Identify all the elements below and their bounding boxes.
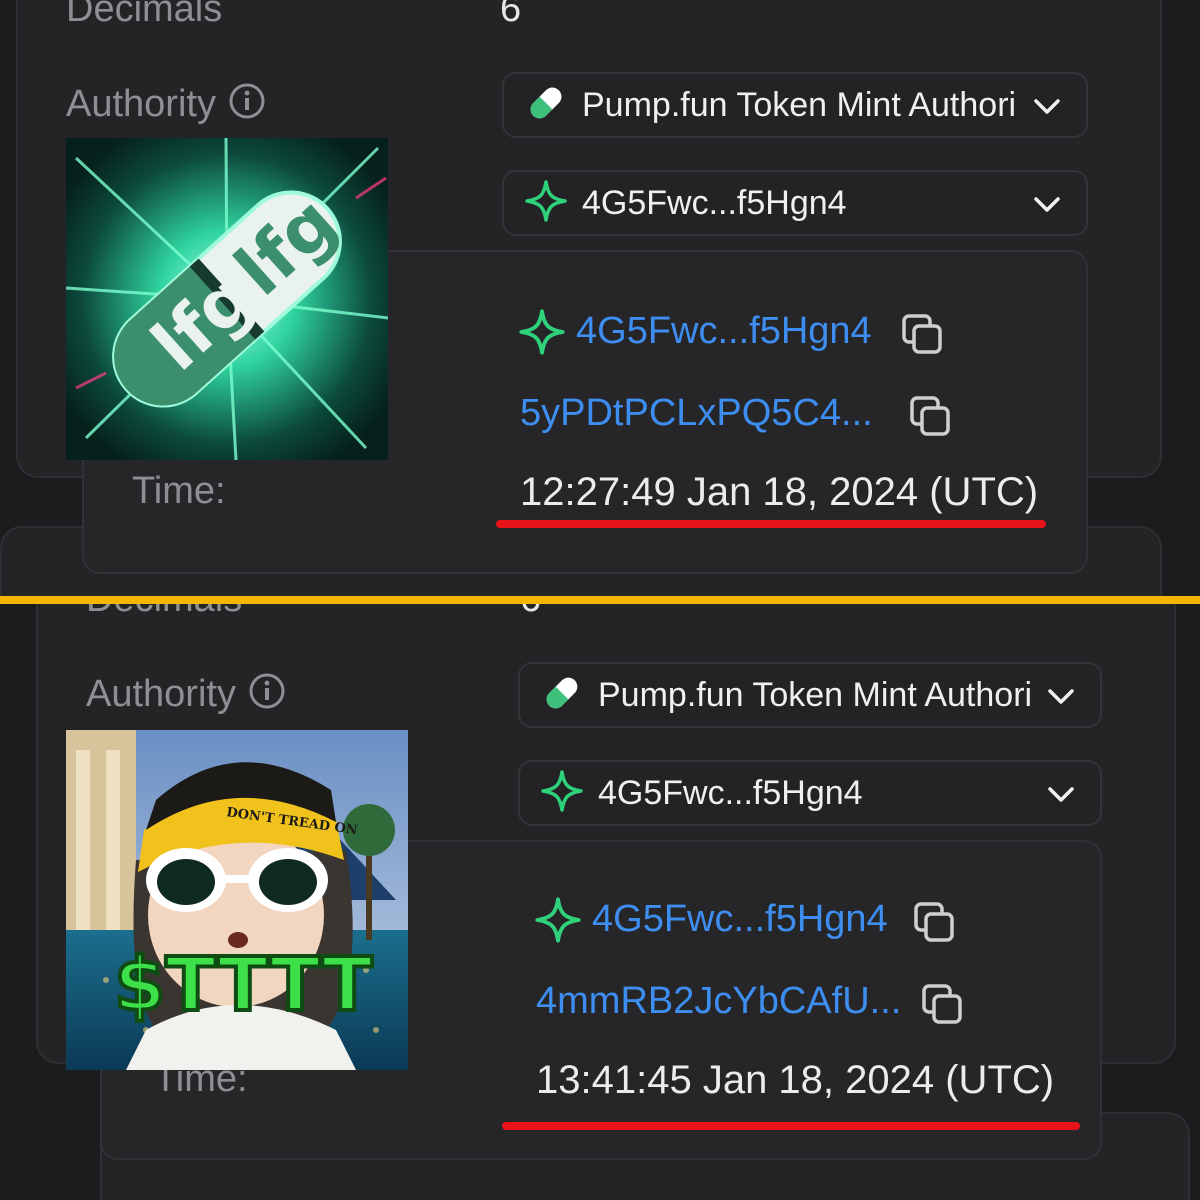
copy-icon[interactable]	[908, 394, 954, 445]
highlight-underline	[496, 520, 1046, 528]
decimals-value: 6	[520, 604, 541, 621]
account-dropdown[interactable]: 4G5Fwc...f5Hgn4	[518, 760, 1102, 826]
copy-icon[interactable]	[912, 900, 958, 951]
authority-label: Authority	[86, 673, 236, 716]
time-value: 12:27:49 Jan 18, 2024 (UTC)	[520, 470, 1039, 514]
popup-account-link[interactable]: 4G5Fwc...f5Hgn4	[576, 310, 872, 353]
info-icon[interactable]	[228, 82, 266, 130]
popup-account-link[interactable]: 4G5Fwc...f5Hgn4	[592, 898, 888, 941]
time-label: Time:	[132, 470, 226, 512]
copy-icon[interactable]	[920, 982, 966, 1033]
sparkle-icon	[524, 179, 568, 228]
chevron-down-icon	[1044, 778, 1078, 817]
account-dropdown[interactable]: 4G5Fwc...f5Hgn4	[502, 170, 1088, 236]
token-image-tttt: DON'T TREAD ON $TTTT	[66, 730, 408, 1070]
pill-icon	[524, 81, 568, 130]
account-dropdown-text: 4G5Fwc...f5Hgn4	[582, 183, 847, 222]
sparkle-icon	[518, 308, 566, 361]
decimals-label: Decimals	[66, 0, 223, 30]
authority-label: Authority	[66, 83, 216, 126]
pill-icon	[540, 671, 584, 720]
time-value: 13:41:45 Jan 18, 2024 (UTC)	[536, 1058, 1055, 1102]
authority-label-row: Authority	[66, 82, 266, 130]
decimals-label: Decimals	[86, 604, 242, 621]
authority-dropdown-text: Pump.fun Token Mint Authori	[582, 85, 1014, 124]
authority-label-row: Authority	[86, 672, 286, 720]
sparkle-icon	[540, 769, 584, 818]
token-text: $TTTT	[114, 942, 373, 1028]
info-icon[interactable]	[248, 672, 286, 720]
chevron-down-icon	[1030, 188, 1064, 227]
authority-dropdown[interactable]: Pump.fun Token Mint Authori	[518, 662, 1102, 728]
popup-transaction-link[interactable]: 5yPDtPCLxPQ5C4...	[520, 392, 873, 435]
chevron-down-icon	[1044, 680, 1078, 719]
decimals-value: 6	[500, 0, 522, 30]
highlight-underline	[502, 1122, 1080, 1130]
chevron-down-icon	[1030, 90, 1064, 129]
top-panel: Decimals 6 Authority Pump.fun Token Mint…	[0, 0, 1200, 596]
token-image-lfg: lfg lfg	[66, 138, 388, 460]
bottom-panel: Decimals 6 Authority Pump.fun Token Mint…	[0, 604, 1200, 1200]
comparison-divider	[0, 596, 1200, 604]
sparkle-icon	[534, 896, 582, 949]
authority-dropdown[interactable]: Pump.fun Token Mint Authori	[502, 72, 1088, 138]
popup-transaction-link[interactable]: 4mmRB2JcYbCAfU...	[536, 980, 901, 1023]
authority-dropdown-text: Pump.fun Token Mint Authori	[598, 675, 1030, 714]
account-dropdown-text: 4G5Fwc...f5Hgn4	[598, 773, 863, 812]
copy-icon[interactable]	[900, 312, 946, 363]
